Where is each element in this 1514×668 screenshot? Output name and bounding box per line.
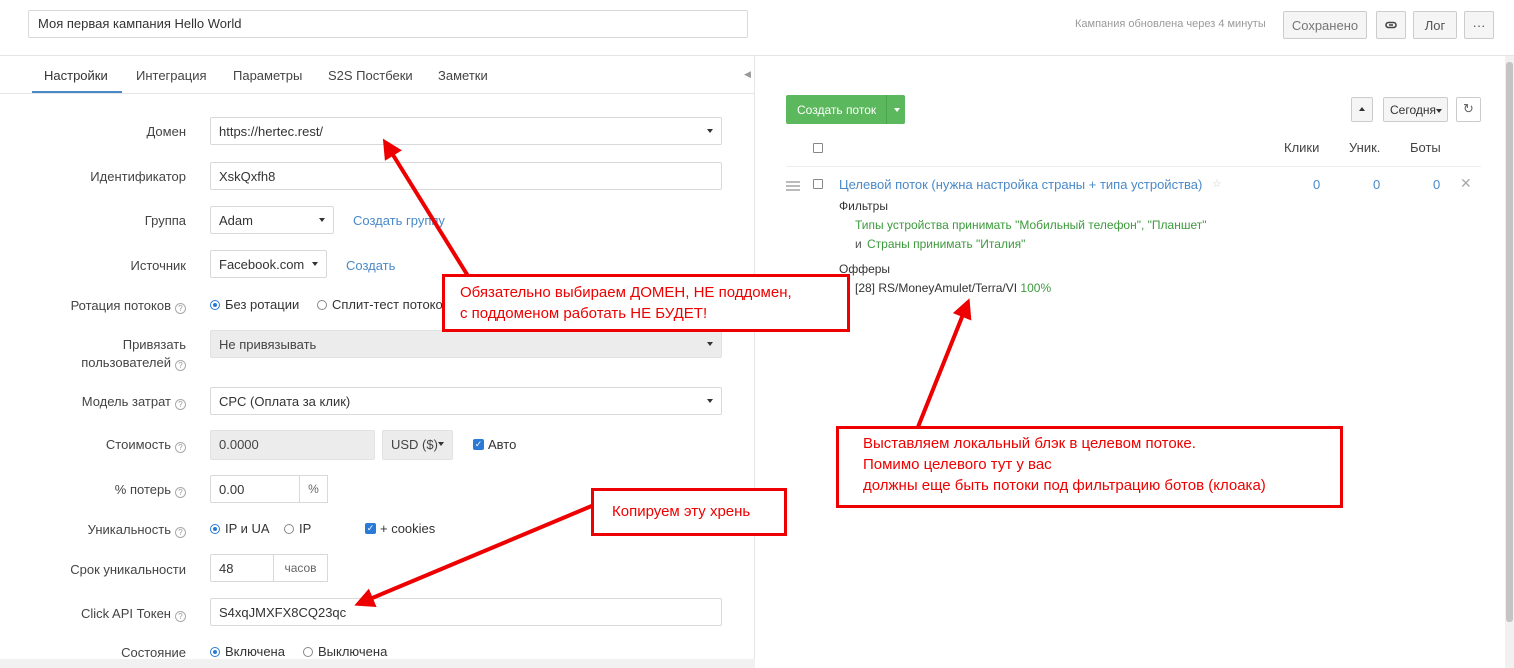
annotation-flow-line3: должны еще быть потоки под фильтрацию бо… xyxy=(863,477,1266,494)
arrow-to-offer xyxy=(916,298,972,428)
annotation-flow-line1: Выставляем локальный блэк в целевом пото… xyxy=(863,435,1196,452)
arrow-to-token xyxy=(354,503,595,608)
annotation-flow-line2: Помимо целевого тут у вас xyxy=(863,456,1052,473)
arrow-to-domain xyxy=(382,138,470,278)
annotation-arrows xyxy=(354,138,972,608)
annotation-flow-note: Выставляем локальный блэк в целевом пото… xyxy=(836,426,1343,508)
annotation-domain-line2: с поддоменом работать НЕ БУДЕТ! xyxy=(460,305,708,322)
annotation-domain-note: Обязательно выбираем ДОМЕН, НЕ поддомен,… xyxy=(442,274,850,332)
annotation-copy-note: Копируем эту хрень xyxy=(591,488,787,536)
annotation-domain-line1: Обязательно выбираем ДОМЕН, НЕ поддомен, xyxy=(460,284,792,301)
